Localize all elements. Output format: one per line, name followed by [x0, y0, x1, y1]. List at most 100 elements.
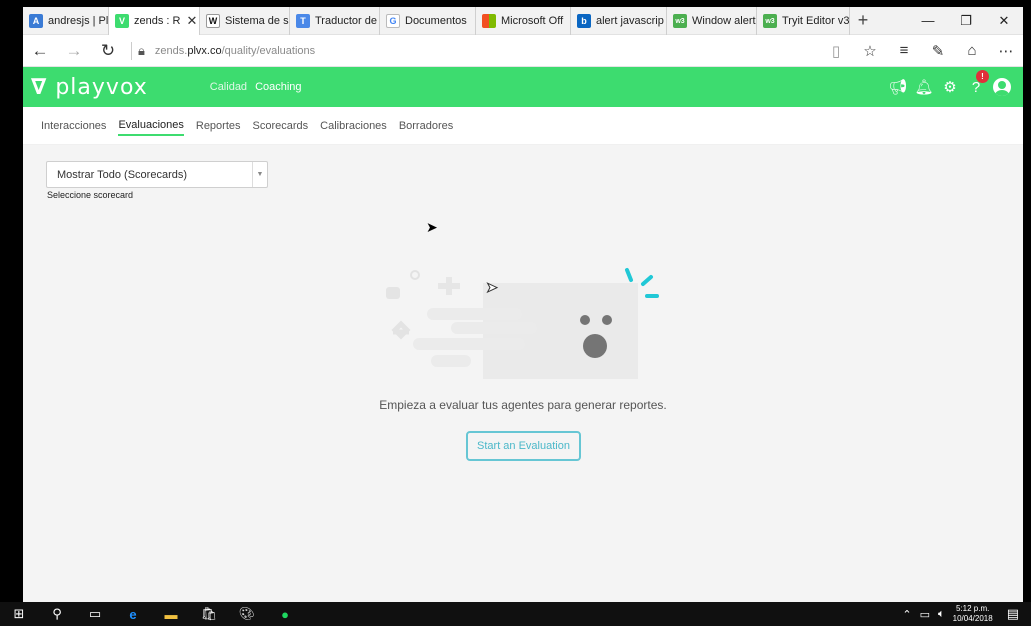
- file-explorer-icon[interactable]: ▬: [152, 602, 190, 626]
- desktop-screen: A andresjs | Pla V zends : R ✕ W Sistema…: [0, 0, 1031, 626]
- tab-label: Window alert: [692, 15, 756, 27]
- address-bar: ← → ↻ 🔒︎ zends.plvx.co/quality/evaluatio…: [23, 35, 1023, 67]
- gear-icon[interactable]: ⚙: [937, 78, 963, 96]
- paint-icon[interactable]: 🎨︎: [228, 602, 266, 626]
- tab-favicon-icon: A: [29, 14, 43, 28]
- favorite-star-icon[interactable]: ☆: [853, 42, 887, 60]
- back-arrow-icon[interactable]: ←: [23, 35, 57, 67]
- clock-time: 5:12 p.m.: [956, 604, 990, 613]
- subnav-scorecards[interactable]: Scorecards: [253, 117, 309, 135]
- subnav-interacciones[interactable]: Interacciones: [41, 117, 106, 135]
- browser-toolbar: ▯ ☆ ≡ ✎ ⌂ ⋯: [819, 42, 1023, 60]
- scorecard-select-value: Mostrar Todo (Scorecards): [57, 168, 188, 181]
- help-icon[interactable]: ?!: [963, 69, 989, 96]
- clock[interactable]: 5:12 p.m. 10/04/2018: [953, 604, 993, 624]
- restore-icon[interactable]: ❐: [947, 7, 985, 34]
- translator-favicon-icon: T: [296, 14, 310, 28]
- app-header: ∇ playvox Calidad Coaching 📢︎ 🔔︎ ⚙ ?!: [23, 67, 1023, 107]
- mouse-pointer-icon: ➤: [486, 279, 499, 296]
- tab-label: Documentos: [405, 15, 467, 27]
- browser-window: A andresjs | Pla V zends : R ✕ W Sistema…: [23, 7, 1023, 602]
- url-domain: plvx.co: [187, 44, 222, 57]
- notification-badge: !: [976, 69, 989, 83]
- wikipedia-favicon-icon: W: [206, 14, 220, 28]
- tab-label: Tryit Editor v3: [782, 15, 850, 27]
- tab-window-alert[interactable]: w3 Window alert: [667, 7, 757, 35]
- tab-alert-javascript[interactable]: b alert javascrip: [571, 7, 667, 35]
- bing-favicon-icon: b: [577, 14, 591, 28]
- subnav-borradores[interactable]: Borradores: [399, 117, 453, 135]
- tab-documentos[interactable]: G Documentos: [380, 7, 476, 35]
- minimize-icon[interactable]: —: [909, 7, 947, 34]
- url-path: /quality/evaluations: [221, 44, 316, 57]
- subnav-reportes[interactable]: Reportes: [196, 117, 241, 135]
- start-evaluation-button[interactable]: Start an Evaluation: [466, 431, 581, 461]
- playvox-logo-icon: ∇: [31, 74, 48, 100]
- tab-label: zends : R: [134, 15, 181, 27]
- volume-icon[interactable]: 🔈︎: [938, 608, 945, 621]
- action-center-icon[interactable]: ▤: [1007, 606, 1019, 622]
- clock-date: 10/04/2018: [952, 614, 993, 623]
- windows-start-icon[interactable]: ⊞: [0, 602, 38, 626]
- tab-label: Traductor de: [315, 15, 377, 27]
- w3schools-favicon-icon: w3: [673, 14, 687, 28]
- web-note-icon[interactable]: ✎: [921, 42, 955, 60]
- w3schools-favicon-icon: w3: [763, 14, 777, 28]
- playvox-logo[interactable]: ∇ playvox: [31, 75, 148, 100]
- refresh-icon[interactable]: ↻: [91, 35, 125, 67]
- tab-label: Microsoft Off: [501, 15, 564, 27]
- divider: [131, 41, 132, 60]
- window-controls: — ❐ ✕: [909, 7, 1023, 34]
- logo-text: playvox: [55, 74, 148, 100]
- tab-bar: A andresjs | Pla V zends : R ✕ W Sistema…: [23, 7, 1023, 35]
- scorecard-select[interactable]: Mostrar Todo (Scorecards) ▼: [46, 161, 268, 188]
- scorecard-hint: Seleccione scorecard: [47, 190, 134, 200]
- tab-zends[interactable]: V zends : R ✕: [109, 7, 200, 35]
- google-favicon-icon: G: [386, 14, 400, 28]
- chevron-down-icon: ▼: [252, 162, 267, 187]
- nav-calidad[interactable]: Calidad: [210, 81, 247, 93]
- tab-microsoft-office[interactable]: Microsoft Off: [476, 7, 571, 35]
- user-menu[interactable]: [989, 78, 1015, 96]
- bell-icon[interactable]: 🔔︎: [911, 78, 937, 96]
- tab-tryit-editor[interactable]: w3 Tryit Editor v3: [757, 7, 850, 35]
- tab-label: alert javascrip: [596, 15, 664, 27]
- network-icon[interactable]: ▭: [920, 608, 930, 621]
- more-icon[interactable]: ⋯: [989, 42, 1023, 60]
- header-icons: 📢︎ 🔔︎ ⚙ ?!: [885, 69, 1015, 96]
- reading-view-icon[interactable]: ▯: [819, 42, 853, 60]
- nav-coaching[interactable]: Coaching: [255, 81, 301, 93]
- url-prefix: zends.: [154, 44, 188, 57]
- empty-state-message: Empieza a evaluar tus agentes para gener…: [379, 398, 667, 412]
- subnav-calibraciones[interactable]: Calibraciones: [320, 117, 387, 135]
- search-icon[interactable]: ⚲: [38, 602, 76, 626]
- taskbar: ⊞ ⚲ ▭ e ▬ 🛍︎ 🎨︎ ● ⌃ ▭ 🔈︎ 5:12 p.m. 10/04…: [0, 602, 1031, 626]
- avatar: [993, 78, 1011, 96]
- top-nav: Calidad Coaching: [210, 81, 302, 93]
- url-field[interactable]: zends.plvx.co/quality/evaluations: [155, 45, 315, 57]
- system-tray: ⌃ ▭ 🔈︎ 5:12 p.m. 10/04/2018 ▤: [902, 604, 1031, 624]
- new-tab-button[interactable]: +: [850, 7, 876, 34]
- tab-traductor[interactable]: T Traductor de: [290, 7, 380, 35]
- lock-icon: 🔒︎: [138, 42, 145, 58]
- megaphone-icon[interactable]: 📢︎: [885, 78, 911, 96]
- edge-browser-icon[interactable]: e: [114, 602, 152, 626]
- close-window-icon[interactable]: ✕: [985, 7, 1023, 34]
- store-icon[interactable]: 🛍︎: [190, 602, 228, 626]
- playvox-favicon-icon: V: [115, 14, 129, 28]
- spotify-icon[interactable]: ●: [266, 602, 304, 626]
- close-tab-icon[interactable]: ✕: [186, 13, 197, 29]
- task-view-icon[interactable]: ▭: [76, 602, 114, 626]
- tab-sistema[interactable]: W Sistema de s: [200, 7, 290, 35]
- share-icon[interactable]: ⌂: [955, 42, 989, 59]
- subnav-evaluaciones[interactable]: Evaluaciones: [118, 116, 184, 136]
- tab-label: andresjs | Pla: [48, 15, 109, 27]
- forward-arrow-icon[interactable]: →: [57, 35, 91, 67]
- tray-chevron-icon[interactable]: ⌃: [902, 608, 911, 621]
- empty-state-illustration: [386, 268, 659, 379]
- microsoft-favicon-icon: [482, 14, 496, 28]
- tab-andresjs[interactable]: A andresjs | Pla: [23, 7, 109, 35]
- hub-icon[interactable]: ≡: [887, 42, 921, 59]
- mouse-cursor-icon: ➤: [426, 219, 438, 235]
- tab-label: Sistema de s: [225, 15, 289, 27]
